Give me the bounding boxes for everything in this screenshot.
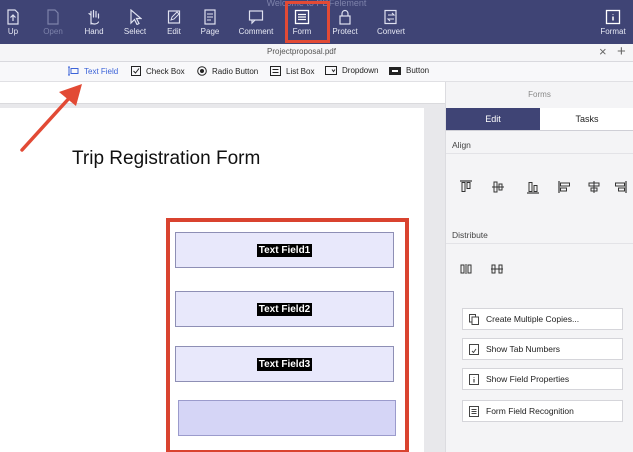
panel-tabs: Edit Tasks: [446, 108, 633, 131]
distribute-section-label: Distribute: [452, 230, 488, 240]
text-field-2[interactable]: Text Field2: [175, 291, 394, 327]
page-icon: [204, 9, 216, 25]
list-box-tool[interactable]: List Box: [270, 66, 314, 76]
distribute-vertical-icon[interactable]: [490, 262, 504, 276]
tab-filename[interactable]: Projectproposal.pdf: [0, 47, 603, 56]
toolbar-open-button[interactable]: Open: [31, 6, 75, 36]
align-center-icon[interactable]: [587, 180, 601, 194]
field-name-label: Text Field3: [256, 357, 313, 371]
field-name-label: Text Field1: [256, 243, 313, 257]
text-field-1[interactable]: Text Field1: [175, 232, 394, 268]
comment-icon: [248, 10, 264, 25]
toolbar-select-button[interactable]: Select: [113, 6, 157, 36]
cursor-icon: [130, 9, 142, 25]
close-tab-icon[interactable]: ×: [599, 45, 607, 59]
text-field-tool[interactable]: Text Field: [68, 66, 118, 76]
form-tools-bar: Text Field Check Box Radio Button List B…: [0, 62, 633, 82]
toolbar-hand-button[interactable]: Hand: [72, 6, 116, 36]
align-left-icon[interactable]: [558, 180, 572, 194]
divider: [446, 243, 633, 244]
distribute-horizontal-icon[interactable]: [459, 262, 473, 276]
list-box-icon: [270, 66, 281, 76]
main-toolbar: Welcome to PDFelement Up Open Hand Selec…: [0, 0, 633, 44]
dropdown-icon: [325, 66, 337, 75]
text-field-4-drawing[interactable]: [178, 400, 396, 436]
recognition-icon: [469, 405, 479, 417]
check-box-tool[interactable]: Check Box: [131, 66, 185, 76]
convert-icon: [384, 9, 397, 25]
align-top-icon[interactable]: [459, 180, 473, 194]
text-field-icon: [68, 66, 79, 76]
open-file-icon: [47, 9, 59, 25]
add-tab-icon[interactable]: +: [617, 44, 626, 60]
text-field-3[interactable]: Text Field3: [175, 346, 394, 382]
toolbar-comment-button[interactable]: Comment: [234, 6, 278, 36]
edit-icon: [167, 10, 181, 24]
format-icon: [605, 9, 621, 25]
align-section-label: Align: [452, 140, 471, 150]
form-button-highlight: [285, 1, 330, 43]
document-canvas: Trip Registration Form Text Field1 Text …: [0, 82, 445, 452]
show-field-properties-button[interactable]: Show Field Properties: [462, 368, 623, 390]
copy-icon: [469, 313, 479, 325]
button-icon: [389, 66, 401, 75]
toolbar-convert-button[interactable]: Convert: [369, 6, 413, 36]
panel-title: Forms: [528, 90, 551, 99]
toolbar-page-button[interactable]: Page: [188, 6, 232, 36]
radio-button-icon: [197, 66, 207, 76]
align-middle-icon[interactable]: [491, 180, 505, 194]
file-up-icon: [7, 9, 19, 25]
tab-edit[interactable]: Edit: [446, 108, 540, 130]
document-ruler: [0, 82, 445, 104]
check-box-icon: [131, 66, 141, 76]
toolbar-format-button[interactable]: Format: [591, 6, 633, 36]
tab-tasks[interactable]: Tasks: [540, 108, 633, 130]
forms-panel: Forms Edit Tasks Align Distribute Create…: [445, 82, 633, 452]
radio-button-tool[interactable]: Radio Button: [197, 66, 258, 76]
show-tab-numbers-button[interactable]: Show Tab Numbers: [462, 338, 623, 360]
document-tab-bar: Projectproposal.pdf × +: [0, 44, 633, 62]
button-tool[interactable]: Button: [389, 66, 429, 75]
create-multiple-copies-button[interactable]: Create Multiple Copies...: [462, 308, 623, 330]
toolbar-up-button[interactable]: Up: [0, 6, 35, 36]
field-name-label: Text Field2: [256, 302, 313, 316]
form-field-recognition-button[interactable]: Form Field Recognition: [462, 400, 623, 422]
lock-icon: [339, 9, 351, 25]
align-right-icon[interactable]: [613, 180, 627, 194]
dropdown-tool[interactable]: Dropdown: [325, 66, 378, 75]
field-properties-icon: [469, 373, 479, 385]
hand-icon: [88, 9, 100, 25]
document-title: Trip Registration Form: [72, 148, 261, 169]
align-bottom-icon[interactable]: [526, 180, 540, 194]
pdf-page: Trip Registration Form Text Field1 Text …: [0, 108, 424, 452]
tab-numbers-icon: [469, 343, 479, 355]
divider: [446, 153, 633, 154]
